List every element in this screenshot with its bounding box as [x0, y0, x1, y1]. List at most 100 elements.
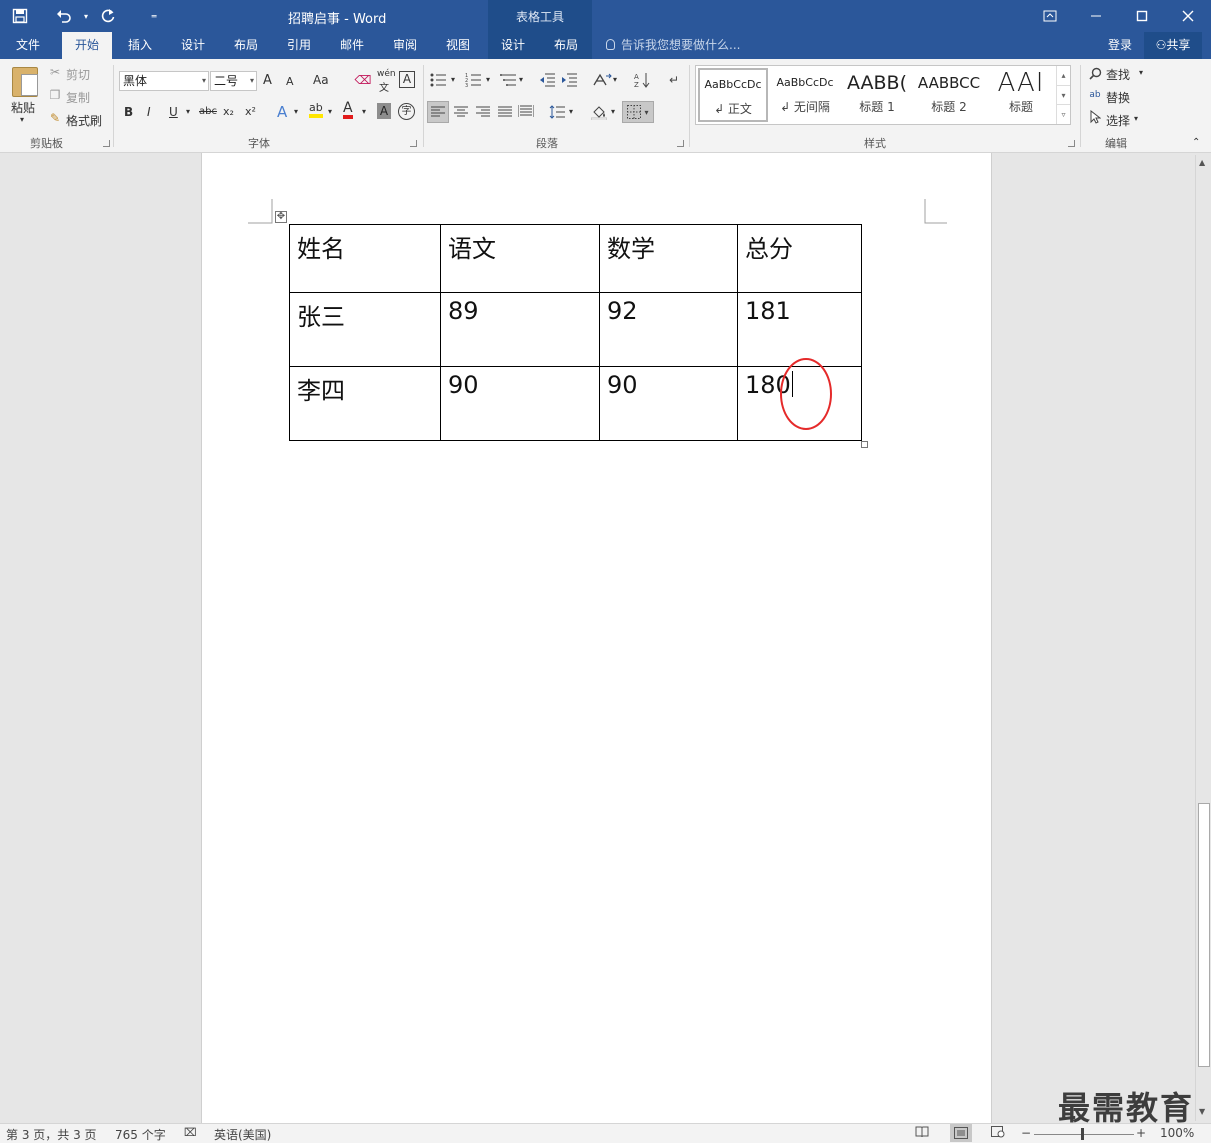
font-color-dropdown-icon[interactable]: ▾ — [362, 107, 366, 116]
style-no-spacing[interactable]: AaBbCcDc ↲ 无间隔 — [770, 68, 840, 122]
copy-button[interactable]: 复制 — [66, 89, 90, 106]
chinese-layout-icon[interactable] — [591, 71, 613, 89]
undo-icon[interactable] — [52, 4, 76, 28]
style-heading-2[interactable]: AABBCC 标题 2 — [914, 68, 984, 122]
table-cell[interactable]: 李四 — [289, 366, 441, 441]
page-count[interactable]: 第 3 页，共 3 页 — [6, 1126, 97, 1143]
underline-button[interactable]: U — [169, 105, 178, 119]
find-dropdown-icon[interactable]: ▾ — [1139, 68, 1143, 77]
text-effects-dropdown-icon[interactable]: ▾ — [294, 107, 298, 116]
style-title[interactable]: AAI 标题 — [986, 68, 1056, 122]
font-launcher-icon[interactable] — [410, 140, 417, 147]
bullets-dropdown-icon[interactable]: ▾ — [451, 75, 455, 84]
tab-view[interactable]: 视图 — [434, 32, 482, 59]
table-cell[interactable]: 92 — [599, 292, 738, 367]
text-effects-button[interactable]: A — [277, 103, 287, 121]
close-icon[interactable] — [1165, 0, 1211, 32]
proofing-icon[interactable]: ⌧ — [184, 1126, 197, 1139]
paste-button[interactable]: 粘贴 — [11, 99, 35, 116]
tab-insert[interactable]: 插入 — [116, 32, 164, 59]
cut-button[interactable]: 剪切 — [66, 66, 90, 83]
replace-button[interactable]: 替换 — [1106, 89, 1130, 106]
select-dropdown-icon[interactable]: ▾ — [1134, 114, 1138, 123]
justify-icon[interactable] — [495, 102, 515, 122]
line-spacing-icon[interactable] — [547, 102, 567, 122]
multilevel-dropdown-icon[interactable]: ▾ — [519, 75, 523, 84]
phonetic-guide-button[interactable]: wén — [377, 69, 396, 79]
borders-dropdown-icon[interactable]: ▾ — [644, 108, 648, 117]
chevron-down-icon[interactable]: ▾ — [1057, 85, 1070, 104]
minimize-icon[interactable] — [1073, 0, 1119, 32]
highlight-button[interactable]: ab — [309, 102, 323, 118]
distributed-icon[interactable] — [516, 102, 536, 122]
clear-formatting-icon[interactable]: ⌫ — [355, 71, 372, 89]
collapse-ribbon-icon[interactable]: ⌃ — [1192, 137, 1200, 148]
table-cell[interactable]: 语文 — [440, 224, 600, 293]
tab-references[interactable]: 引用 — [274, 32, 324, 59]
zoom-slider-track[interactable] — [1034, 1134, 1134, 1135]
increase-indent-icon[interactable] — [560, 71, 578, 89]
styles-scroll[interactable]: ▴ ▾ ▿ — [1056, 66, 1070, 124]
tab-layout[interactable]: 布局 — [222, 32, 270, 59]
font-color-button[interactable]: A — [343, 101, 353, 119]
tab-table-layout[interactable]: 布局 — [542, 32, 590, 59]
zoom-slider-thumb[interactable] — [1081, 1128, 1084, 1140]
word-count[interactable]: 765 个字 — [115, 1126, 166, 1143]
sign-in-link[interactable]: 登录 — [1108, 32, 1132, 59]
superscript-button[interactable]: x² — [245, 105, 256, 118]
web-layout-icon[interactable] — [991, 1126, 1005, 1141]
highlight-dropdown-icon[interactable]: ▾ — [328, 107, 332, 116]
italic-button[interactable]: I — [147, 105, 151, 119]
zoom-out-icon[interactable]: − — [1021, 1126, 1031, 1140]
tab-table-design[interactable]: 设计 — [490, 32, 536, 59]
style-heading-1[interactable]: AABB( 标题 1 — [842, 68, 912, 122]
shading-dropdown-icon[interactable]: ▾ — [611, 107, 615, 116]
change-case-button[interactable]: Aa — [313, 73, 329, 87]
share-button[interactable]: ⚇共享 — [1144, 32, 1202, 59]
redo-icon[interactable] — [96, 4, 120, 28]
more-styles-icon[interactable]: ▿ — [1057, 104, 1070, 123]
borders-icon[interactable]: ▾ — [622, 101, 654, 123]
language-indicator[interactable]: 英语(美国) — [214, 1126, 271, 1143]
grow-font-button[interactable]: A — [263, 73, 272, 88]
numbering-icon[interactable]: 123 — [464, 71, 482, 89]
chinese-layout-dropdown-icon[interactable]: ▾ — [613, 75, 617, 84]
table-cell[interactable]: 181 — [737, 292, 862, 367]
styles-launcher-icon[interactable] — [1068, 140, 1075, 147]
tab-file[interactable]: 文件 — [0, 32, 56, 59]
tab-home[interactable]: 开始 — [62, 32, 112, 59]
print-layout-icon[interactable] — [950, 1124, 972, 1142]
font-size-combo[interactable]: 二号 ▾ — [210, 71, 257, 91]
subscript-button[interactable]: x₂ — [223, 105, 234, 118]
underline-dropdown-icon[interactable]: ▾ — [186, 107, 190, 116]
paragraph-launcher-icon[interactable] — [677, 140, 684, 147]
style-normal[interactable]: AaBbCcDc ↲ 正文 — [698, 68, 768, 122]
sort-icon[interactable]: AZ — [633, 71, 651, 89]
bullets-icon[interactable] — [429, 71, 447, 89]
decrease-indent-icon[interactable] — [538, 71, 556, 89]
chevron-up-icon[interactable]: ▴ — [1057, 66, 1070, 85]
clipboard-launcher-icon[interactable] — [103, 140, 110, 147]
show-marks-icon[interactable]: ↵ — [666, 71, 682, 89]
line-spacing-dropdown-icon[interactable]: ▾ — [569, 107, 573, 116]
character-border-button[interactable]: A — [399, 71, 415, 88]
enclose-characters-button[interactable]: 字 — [398, 103, 415, 120]
paste-icon[interactable] — [12, 67, 38, 97]
format-painter-button[interactable]: 格式刷 — [66, 112, 102, 129]
customize-qat-icon[interactable]: ═ — [148, 4, 160, 28]
strikethrough-button[interactable]: abc — [199, 106, 217, 117]
undo-dropdown-icon[interactable]: ▾ — [80, 4, 92, 28]
table-cell[interactable]: 数学 — [599, 224, 738, 293]
table-cell[interactable]: 90 — [440, 366, 600, 441]
table-move-handle[interactable]: ✥ — [275, 211, 287, 223]
ribbon-display-options-icon[interactable] — [1027, 0, 1073, 32]
tell-me-search[interactable]: 告诉我您想要做什么... — [606, 32, 740, 59]
read-mode-icon[interactable] — [915, 1126, 929, 1141]
table-resize-handle[interactable] — [861, 441, 868, 448]
scroll-up-icon[interactable]: ▲ — [1199, 158, 1205, 167]
table-cell[interactable]: 总分 — [737, 224, 862, 293]
paint-bucket-icon[interactable] — [589, 102, 609, 122]
table-cell[interactable]: 姓名 — [289, 224, 441, 293]
find-button[interactable]: 查找 — [1106, 66, 1130, 83]
character-shading-button[interactable]: A — [377, 103, 391, 119]
